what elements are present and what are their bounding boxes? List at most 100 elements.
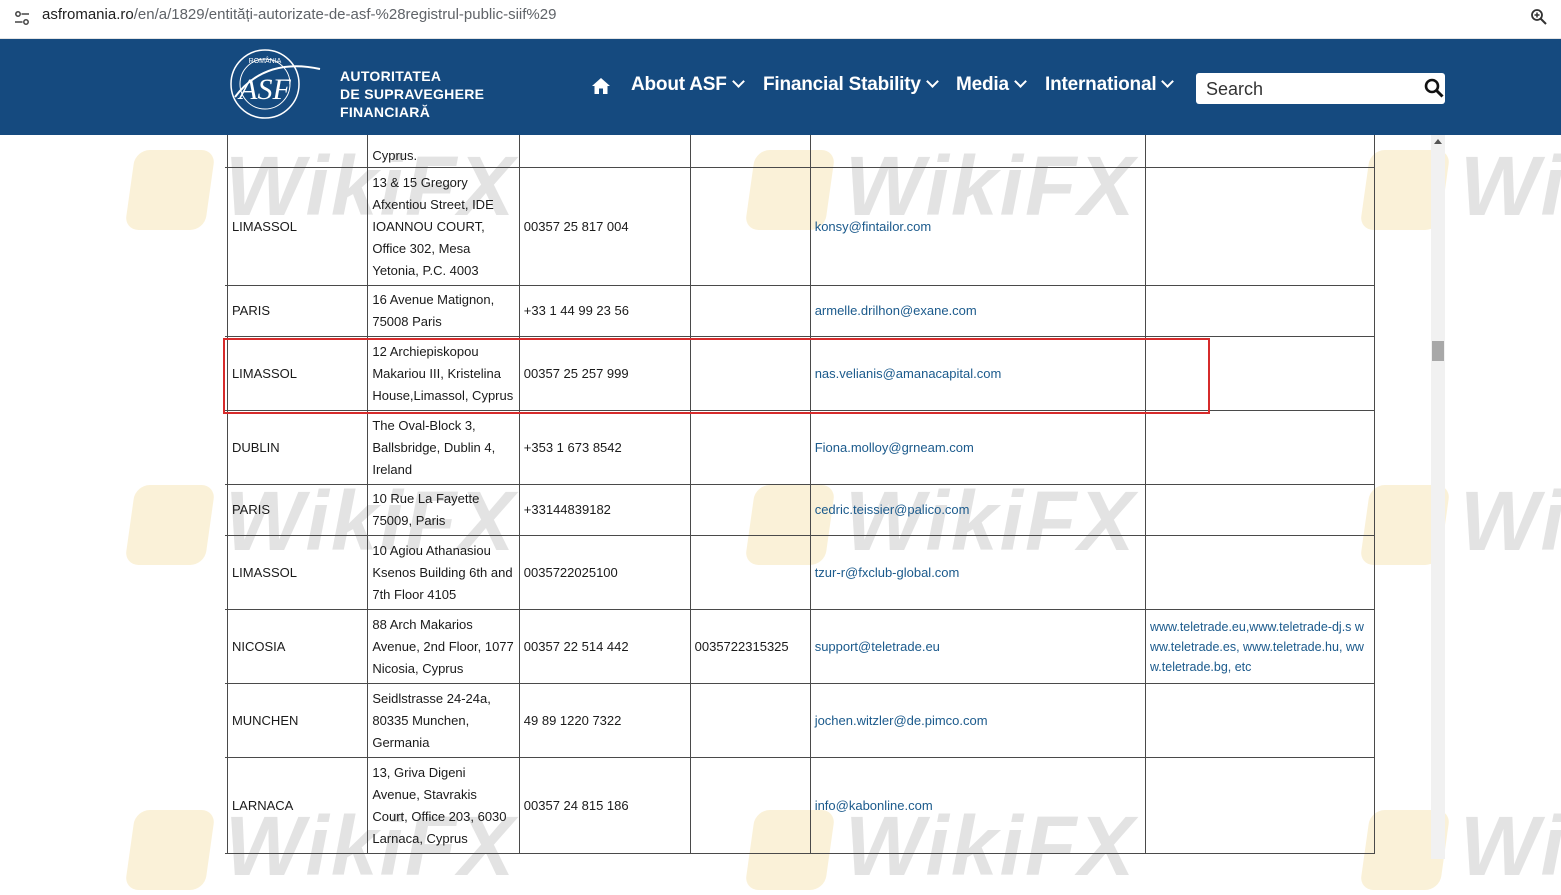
url-text[interactable]: asfromania.ro/en/a/1829/entități-autoriz… [42,6,556,24]
table-row: 09.2012MUNCHENSeidlstrasse 24-24a, 80335… [225,683,1376,758]
registry-table: Cyprus. .2012LIMASSOL13 & 15 Gregory Afx… [225,135,1376,854]
city-text: PARIS [231,502,270,517]
cell-fax [689,135,811,168]
website-link[interactable]: www.teletrade.eu,www.teletrade-dj.s www.… [1150,617,1370,677]
registry-table-viewport[interactable]: Cyprus. .2012LIMASSOL13 & 15 Gregory Afx… [225,135,1430,859]
search-input[interactable] [1196,73,1428,106]
cell-fax [689,535,811,610]
cell-fax [689,410,811,485]
brand-line: AUTORITATEA [340,68,442,84]
table-row: 8.2012NICOSIA88 Arch Makarios Avenue, 2n… [225,609,1376,684]
watermark-badge [124,150,216,230]
email-link[interactable]: Fiona.molloy@grneam.com [815,440,974,455]
cell-city: NICOSIA [226,609,369,684]
cell-address: 16 Avenue Matignon, 75008 Paris [367,285,520,337]
city-text: PARIS [231,303,270,318]
cell-address: The Oval-Block 3, Ballsbridge, Dublin 4,… [367,410,520,485]
browser-address-bar[interactable]: asfromania.ro/en/a/1829/entități-autoriz… [0,0,1561,39]
cell-phone [518,135,691,168]
phone-text: +33 1 44 99 23 56 [523,303,629,318]
table-row: .2012DUBLINThe Oval-Block 3, Ballsbridge… [225,410,1376,485]
cell-phone: 00357 25 817 004 [518,167,691,286]
cell-fax [689,484,811,536]
cell-website [1144,683,1376,758]
cell-email: cedric.teissier@palico.com [809,484,1146,536]
watermark-badge [124,810,216,890]
chevron-down-icon [925,75,939,88]
scroll-up-arrow-icon[interactable] [1434,139,1442,144]
nav-media[interactable]: Media [956,74,1027,96]
cell-city: MUNCHEN [226,683,369,758]
cell-city: LIMASSOL [226,167,369,286]
email-link[interactable]: cedric.teissier@palico.com [815,502,970,517]
cell-city [226,135,369,168]
email-link[interactable]: konsy@fintailor.com [815,219,932,234]
site-settings-icon[interactable] [14,10,30,26]
table-row: .2012PARIS16 Avenue Matignon, 75008 Pari… [225,285,1376,337]
url-path: /en/a/1829/entități-autorizate-de-asf-%2… [133,6,557,23]
chevron-down-icon [731,75,745,88]
cell-city: LIMASSOL [226,336,369,411]
phone-text: +33144839182 [523,502,611,517]
city-text: LIMASSOL [231,564,297,580]
phone-text: 00357 22 514 442 [523,638,629,654]
cell-fax [689,285,811,337]
cell-email: jochen.witzler@de.pimco.com [809,683,1146,758]
city-text: NICOSIA [231,638,286,654]
cell-email: nas.velianis@amanacapital.com [809,336,1146,411]
brand-name[interactable]: AUTORITATEA DE SUPRAVEGHERE FINANCIARĂ [340,67,484,121]
address-text: Seidlstrasse 24-24a, 80335 Munchen, Germ… [372,690,491,750]
asf-logo[interactable]: ASF ROMÂNIA [225,47,323,121]
watermark-text: WikiFX [1460,139,1561,233]
table-row: Cyprus. [225,135,1376,168]
cell-fax: 0035722315325 [689,609,811,684]
cell-email: armelle.drilhon@exane.com [809,285,1146,337]
phone-text: 49 89 1220 7322 [523,712,622,728]
zoom-icon[interactable] [1530,8,1548,26]
nav-about-asf[interactable]: About ASF [631,74,745,96]
email-link[interactable]: jochen.witzler@de.pimco.com [815,713,988,728]
cell-website [1144,535,1376,610]
email-link[interactable]: nas.velianis@amanacapital.com [815,366,1002,381]
cell-email [809,135,1146,168]
search-box[interactable] [1196,73,1445,106]
cell-phone: 00357 25 257 999 [518,336,691,411]
cell-fax [689,336,811,411]
cell-address: Seidlstrasse 24-24a, 80335 Munchen, Germ… [367,683,520,758]
email-link[interactable]: info@kabonline.com [815,798,933,813]
home-icon[interactable] [591,77,611,95]
cell-website [1144,167,1376,286]
cell-phone: +33 1 44 99 23 56 [518,285,691,337]
cell-address: 10 Agiou Athanasiou Ksenos Building 6th … [367,535,520,610]
scrollbar-thumb[interactable] [1432,341,1444,361]
city-text: LIMASSOL [231,218,297,234]
phone-text: 00357 25 257 999 [523,365,629,381]
city-text: LARNACA [231,797,294,813]
cell-fax [689,683,811,758]
cell-website [1144,135,1376,168]
address-text: 13 & 15 Gregory Afxentiou Street, IDE IO… [372,174,494,278]
cell-website [1144,336,1376,411]
cell-website [1144,757,1376,854]
email-link[interactable]: support@teletrade.eu [815,639,940,654]
email-link[interactable]: tzur-r@fxclub-global.com [815,565,960,580]
watermark-badge [124,485,216,565]
nav-financial-stability[interactable]: Financial Stability [763,74,939,96]
scrollbar[interactable] [1431,135,1445,859]
phone-text: 00357 25 817 004 [523,218,629,234]
cell-city: PARIS [226,484,369,536]
nav-international[interactable]: International [1045,74,1175,96]
search-icon[interactable] [1424,78,1444,98]
cell-email: support@teletrade.eu [809,609,1146,684]
cell-phone: 00357 22 514 442 [518,609,691,684]
table-row: .2012PARIS10 Rue La Fayette 75009, Paris… [225,484,1376,536]
watermark-text: WikiFX [1460,799,1561,893]
address-text: 10 Rue La Fayette 75009, Paris [372,491,480,528]
email-link[interactable]: armelle.drilhon@exane.com [815,303,977,318]
phone-text: 00357 24 815 186 [523,797,629,813]
table-row: .2012LIMASSOL13 & 15 Gregory Afxentiou S… [225,167,1376,286]
cell-fax [689,757,811,854]
nav-label: Media [956,74,1009,95]
phone-text: 0035722025100 [523,564,618,580]
cell-phone: 00357 24 815 186 [518,757,691,854]
